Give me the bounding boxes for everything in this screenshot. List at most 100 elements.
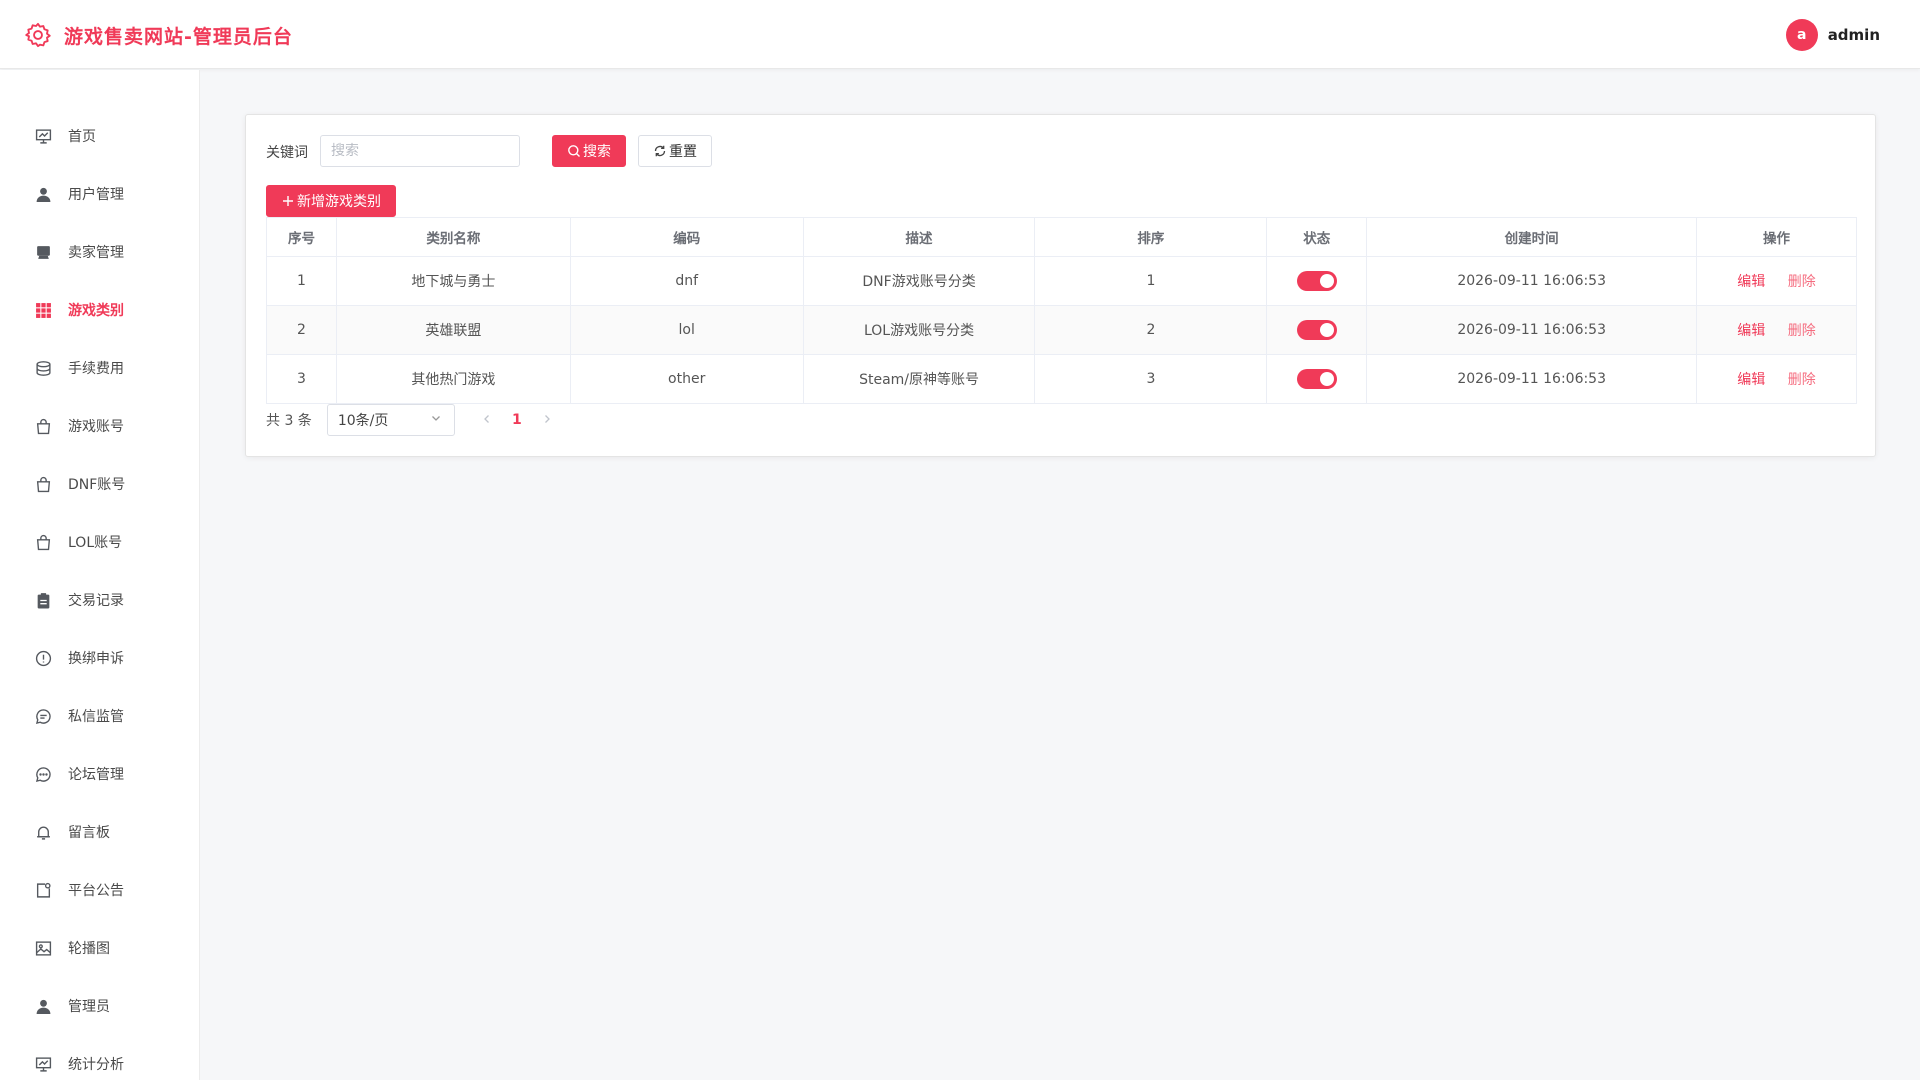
column-header-sort: 排序 [1034,217,1268,257]
sidebar-item-dnf-accounts[interactable]: DNF账号 [0,464,199,504]
cell-description: Steam/原神等账号 [802,354,1036,404]
cell-name: 英雄联盟 [335,305,571,355]
user-icon [34,185,52,203]
bell-icon [34,823,52,841]
sidebar-item-admins[interactable]: 管理员 [0,986,199,1026]
sidebar-item-announcements[interactable]: 平台公告 [0,870,199,910]
sidebar-item-forum[interactable]: 论坛管理 [0,754,199,794]
search-button[interactable]: 搜索 [552,135,626,167]
cell-index: 3 [266,354,337,404]
sidebar-item-messages[interactable]: 私信监管 [0,696,199,736]
cell-name: 地下城与勇士 [335,256,571,306]
cell-index: 2 [266,305,337,355]
refresh-icon [653,144,667,158]
add-category-button[interactable]: 新增游戏类别 [266,185,396,217]
page-size-select[interactable]: 10条/页 [326,404,455,436]
sidebar-item-game-accounts[interactable]: 游戏账号 [0,406,199,446]
sidebar-item-label: 游戏账号 [68,419,124,435]
delete-link[interactable]: 删除 [1788,274,1816,290]
prev-page-button[interactable] [473,406,501,434]
cell-code: lol [569,305,804,355]
status-toggle[interactable] [1296,320,1337,340]
chevron-left-icon [482,412,492,428]
cell-actions: 编辑 删除 [1696,305,1857,355]
coins-icon [34,359,52,377]
brand[interactable]: 游戏售卖网站-管理员后台 [24,20,293,50]
delete-link[interactable]: 删除 [1788,372,1816,388]
sidebar-item-label: 平台公告 [68,883,124,899]
clipboard-icon [34,591,52,609]
sidebar-item-users[interactable]: 用户管理 [0,174,199,214]
cell-sort: 1 [1034,256,1268,306]
sidebar-item-label: 游戏类别 [68,303,124,319]
page-size-value: 10条/页 [337,413,389,429]
add-category-label: 新增游戏类别 [297,194,381,210]
sidebar-item-home[interactable]: 首页 [0,116,199,156]
sidebar-item-label: LOL账号 [68,535,123,551]
sidebar: 首页 用户管理 卖家管理 游戏类别 手续费用 游戏账号 DNF账号 LOL账号 … [0,70,200,1080]
bag-icon [34,533,52,551]
sidebar-item-label: 首页 [68,129,96,145]
edit-link[interactable]: 编辑 [1737,323,1765,339]
cell-created: 2026-09-11 16:06:53 [1366,354,1698,404]
picture-icon [34,939,52,957]
column-header-created: 创建时间 [1366,217,1698,257]
reset-button[interactable]: 重置 [638,135,712,167]
delete-link[interactable]: 删除 [1788,323,1816,339]
search-icon [567,144,581,158]
grid-icon [34,301,52,319]
next-page-button[interactable] [533,406,561,434]
app-title: 游戏售卖网站-管理员后台 [64,25,293,48]
edit-link[interactable]: 编辑 [1737,274,1765,290]
keyword-search-input[interactable] [320,135,520,167]
column-header-description: 描述 [802,217,1036,257]
sidebar-item-label: 留言板 [68,825,110,841]
sidebar-item-label: 换绑申诉 [68,651,124,667]
category-card: 关键词 搜索 重置 新增游戏类别 序号 类别名称 编码 描述 排序 状态 创建时… [245,114,1876,457]
sidebar-item-label: 轮播图 [68,941,110,957]
column-header-status: 状态 [1266,217,1368,257]
bag-icon [34,475,52,493]
sidebar-item-carousel[interactable]: 轮播图 [0,928,199,968]
cell-name: 其他热门游戏 [335,354,571,404]
cell-actions: 编辑 删除 [1696,256,1857,306]
presentation-board-icon [34,127,52,145]
sidebar-item-fees[interactable]: 手续费用 [0,348,199,388]
sidebar-item-sellers[interactable]: 卖家管理 [0,232,199,272]
username[interactable]: admin [1828,26,1880,44]
column-header-actions: 操作 [1696,217,1857,257]
sidebar-item-statistics[interactable]: 统计分析 [0,1044,199,1080]
table-row: 2 英雄联盟 lol LOL游戏账号分类 2 2026-09-11 16:06:… [266,305,1857,355]
sidebar-item-guestbook[interactable]: 留言板 [0,812,199,852]
avatar[interactable]: a [1785,19,1818,51]
sidebar-item-label: 管理员 [68,999,110,1015]
cell-code: dnf [569,256,804,306]
page-number-current[interactable]: 1 [501,412,533,428]
notice-icon [34,881,52,899]
admin-user-icon [34,997,52,1015]
edit-link[interactable]: 编辑 [1737,372,1765,388]
sidebar-item-appeals[interactable]: 换绑申诉 [0,638,199,678]
user-menu[interactable]: a admin [1785,19,1880,51]
sidebar-item-label: 用户管理 [68,187,124,203]
sidebar-item-label: 交易记录 [68,593,124,609]
chat-bubble-icon [34,707,52,725]
cell-created: 2026-09-11 16:06:53 [1366,256,1698,306]
table-row: 1 地下城与勇士 dnf DNF游戏账号分类 1 2026-09-11 16:0… [266,256,1857,306]
reset-button-label: 重置 [669,144,697,160]
status-toggle[interactable] [1296,369,1337,389]
sidebar-item-label: DNF账号 [68,477,126,493]
sidebar-item-game-categories[interactable]: 游戏类别 [0,290,199,330]
sidebar-item-label: 卖家管理 [68,245,124,261]
sidebar-item-transactions[interactable]: 交易记录 [0,580,199,620]
chat-dots-icon [34,765,52,783]
seller-icon [34,243,52,261]
cell-actions: 编辑 删除 [1696,354,1857,404]
chevron-down-icon [430,412,442,428]
sidebar-item-label: 统计分析 [68,1057,124,1073]
cell-status [1266,305,1368,355]
sidebar-item-lol-accounts[interactable]: LOL账号 [0,522,199,562]
cell-description: LOL游戏账号分类 [802,305,1036,355]
status-toggle[interactable] [1296,271,1337,291]
category-table: 序号 类别名称 编码 描述 排序 状态 创建时间 操作 1 地下城与勇士 dnf… [266,217,1857,404]
